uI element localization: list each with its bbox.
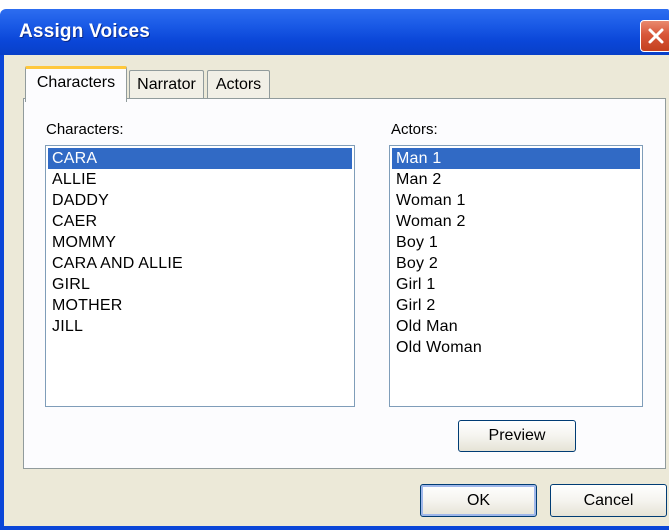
characters-listbox[interactable]: CARA ALLIE DADDY CAER MOMMY CARA AND ALL… — [45, 145, 355, 407]
tab-actors[interactable]: Actors — [207, 70, 270, 100]
window-frame-bottom — [0, 526, 669, 530]
actor-item-boy-1[interactable]: Boy 1 — [392, 232, 640, 253]
character-item-allie[interactable]: ALLIE — [48, 169, 352, 190]
characters-label: Characters: — [46, 121, 124, 138]
actor-item-woman-2[interactable]: Woman 2 — [392, 211, 640, 232]
actor-item-woman-1[interactable]: Woman 1 — [392, 190, 640, 211]
actor-item-man-1[interactable]: Man 1 — [392, 148, 640, 169]
character-item-jill[interactable]: JILL — [48, 316, 352, 337]
title-bar[interactable]: Assign Voices — [0, 9, 669, 55]
character-item-caer[interactable]: CAER — [48, 211, 352, 232]
actor-item-old-man[interactable]: Old Man — [392, 316, 640, 337]
close-icon — [648, 28, 664, 44]
character-item-daddy[interactable]: DADDY — [48, 190, 352, 211]
actor-item-man-2[interactable]: Man 2 — [392, 169, 640, 190]
character-item-cara[interactable]: CARA — [48, 148, 352, 169]
preview-button[interactable]: Preview — [458, 420, 576, 452]
ok-button[interactable]: OK — [420, 484, 537, 517]
cancel-button[interactable]: Cancel — [550, 484, 667, 517]
character-item-mother[interactable]: MOTHER — [48, 295, 352, 316]
tab-characters[interactable]: Characters — [25, 66, 127, 102]
tab-narrator[interactable]: Narrator — [129, 70, 204, 100]
character-item-cara-and-allie[interactable]: CARA AND ALLIE — [48, 253, 352, 274]
window-title: Assign Voices — [19, 21, 151, 42]
actor-item-girl-2[interactable]: Girl 2 — [392, 295, 640, 316]
actors-label: Actors: — [391, 121, 438, 138]
assign-voices-dialog: Assign Voices Characters Narrator Actors… — [0, 0, 669, 530]
close-button[interactable] — [640, 20, 669, 52]
actor-item-old-woman[interactable]: Old Woman — [392, 337, 640, 358]
character-item-mommy[interactable]: MOMMY — [48, 232, 352, 253]
character-item-girl[interactable]: GIRL — [48, 274, 352, 295]
actor-item-girl-1[interactable]: Girl 1 — [392, 274, 640, 295]
actor-item-boy-2[interactable]: Boy 2 — [392, 253, 640, 274]
actors-listbox[interactable]: Man 1 Man 2 Woman 1 Woman 2 Boy 1 Boy 2 … — [389, 145, 643, 407]
